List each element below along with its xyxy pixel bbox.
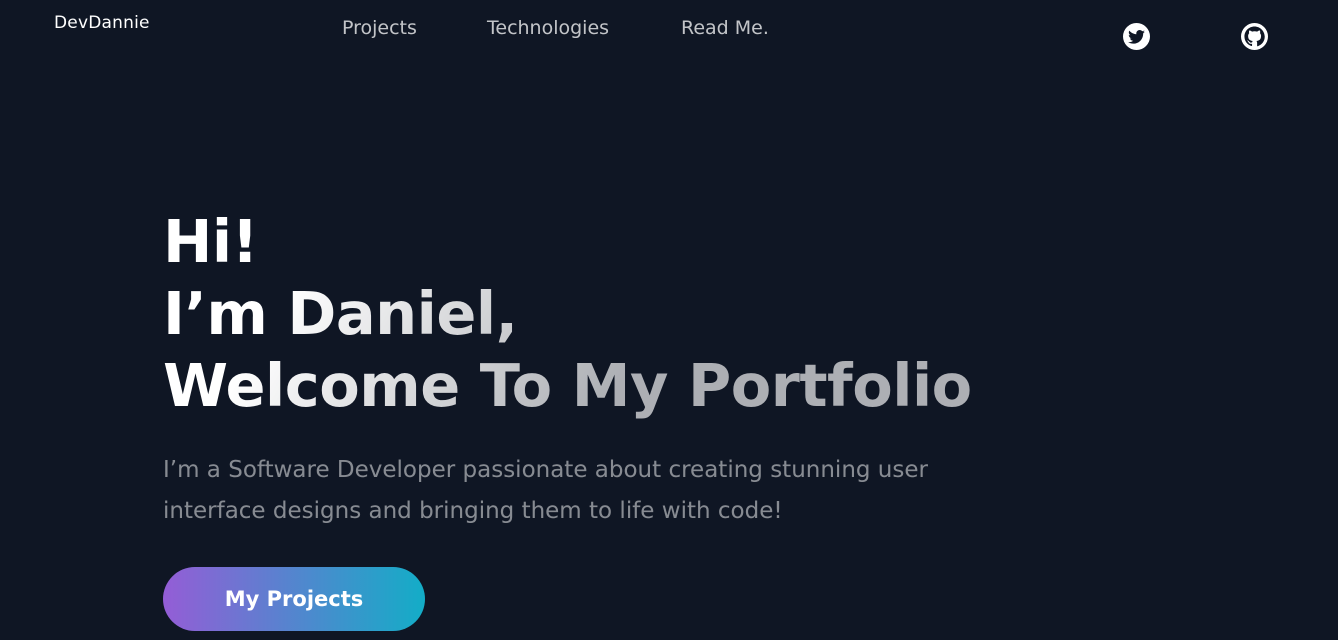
hero-title-name: I’m Daniel, (163, 279, 518, 348)
twitter-icon (1128, 29, 1145, 44)
hero-section: Hi! I’m Daniel, Welcome To My Portfolio (163, 206, 972, 422)
hero-title: Hi! I’m Daniel, Welcome To My Portfolio (163, 206, 972, 422)
hero-description: I’m a Software Developer passionate abou… (163, 457, 928, 524)
site-logo[interactable]: DevDannie (54, 13, 150, 33)
nav-link-readme[interactable]: Read Me. (681, 17, 769, 39)
hero-title-welcome: Welcome To My Portfolio (163, 351, 972, 420)
twitter-link[interactable] (1123, 23, 1150, 50)
github-icon (1244, 26, 1265, 47)
portfolio-page: DevDannie Projects Technologies Read Me.… (0, 0, 1338, 640)
nav-link-projects[interactable]: Projects (342, 17, 417, 39)
my-projects-button[interactable]: My Projects (163, 567, 425, 631)
nav-link-technologies[interactable]: Technologies (487, 17, 609, 39)
github-link[interactable] (1241, 23, 1268, 50)
hero-title-greeting: Hi! (163, 207, 259, 276)
